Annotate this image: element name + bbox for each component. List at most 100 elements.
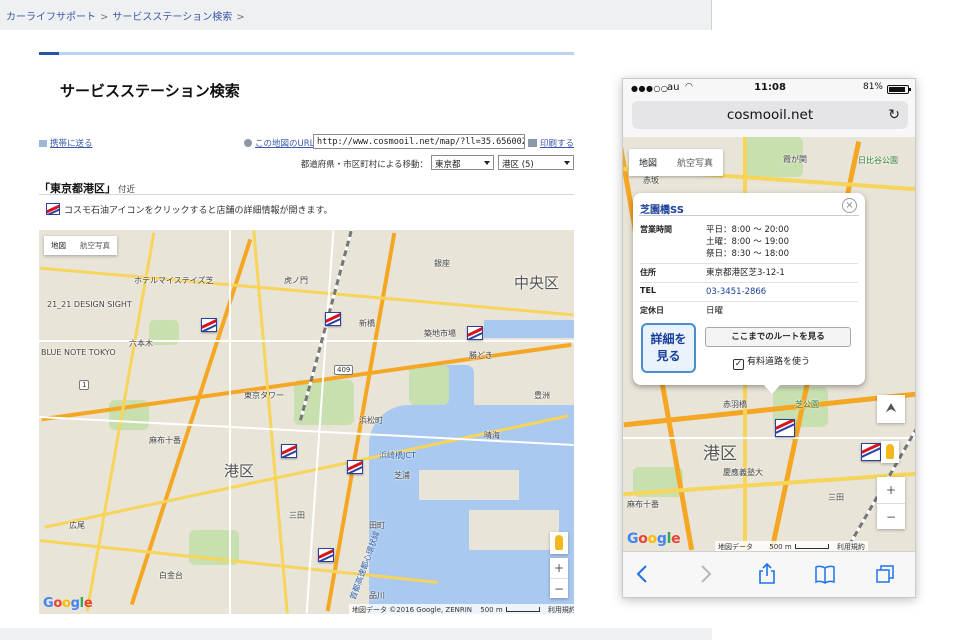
view-details-button[interactable]: 詳細を 見る <box>641 323 696 373</box>
info-key: 営業時間 <box>640 225 672 234</box>
map-label-blue-note: BLUE NOTE TOKYO <box>41 348 116 357</box>
phone-scale-label: 500 m <box>769 543 792 551</box>
street <box>229 230 231 614</box>
breadcrumb: カーライフサポート > サービスステーション検索 > <box>6 8 249 23</box>
chevron-right-icon <box>701 565 712 583</box>
cosmo-station-marker[interactable] <box>325 312 341 326</box>
compass-button[interactable]: ⮝ <box>877 395 905 423</box>
info-value: 03-3451-2866 <box>706 286 766 298</box>
print-link[interactable]: 印刷する <box>527 137 574 149</box>
share-button[interactable] <box>755 562 779 587</box>
toll-road-option[interactable]: ✓ 有料道路を使う <box>733 354 810 370</box>
map-label-roppongi: 六本木 <box>129 339 153 348</box>
view-details-line1: 詳細を <box>650 332 687 346</box>
map-label-minato: 港区 <box>703 444 737 464</box>
google-logo: Google <box>43 596 93 611</box>
safari-address-bar[interactable]: cosmooil.net ↻ <box>632 101 908 129</box>
map-label-mita: 三田 <box>828 493 844 502</box>
phone-zoom-out-button[interactable]: − <box>877 503 905 529</box>
view-details-line2: 見る <box>656 349 681 363</box>
breadcrumb-ss-search[interactable]: サービスステーション検索 <box>112 12 232 23</box>
page-title: サービスステーション検索 <box>60 82 240 100</box>
cosmo-station-marker[interactable] <box>467 326 483 340</box>
compass-icon: ⮝ <box>885 401 897 416</box>
ios-status-bar: ●●●○○ au ◠ 11:08 81% <box>623 79 915 99</box>
print-label: 印刷する <box>539 139 574 149</box>
cosmo-station-marker[interactable] <box>318 548 334 562</box>
forward-button[interactable] <box>693 563 717 587</box>
send-to-mobile-link[interactable]: 携帯に送る <box>39 137 93 149</box>
toll-road-checkbox[interactable]: ✓ <box>733 359 744 370</box>
map-terms-link[interactable]: 利用規約 <box>548 606 574 614</box>
tabs-icon <box>876 565 894 583</box>
share-icon <box>759 562 775 584</box>
prefecture-select[interactable]: 東京都 <box>431 155 494 170</box>
city-value: 港区 (5) <box>502 160 534 170</box>
canal-water <box>484 320 574 338</box>
close-icon[interactable]: × <box>842 198 857 213</box>
map-type-aerial-button[interactable]: 航空写真 <box>73 236 117 255</box>
breadcrumb-carlife[interactable]: カーライフサポート <box>6 12 96 23</box>
hours-holiday: 祭日：8:30 〜 18:00 <box>706 249 789 259</box>
tabs-button[interactable] <box>873 563 897 587</box>
cosmo-station-marker[interactable] <box>201 318 217 332</box>
city-select[interactable]: 港区 (5) <box>498 155 574 170</box>
phone-attribution-text: 地図データ <box>718 543 753 551</box>
map-label-minato: 港区 <box>224 462 255 480</box>
reload-icon[interactable]: ↻ <box>888 101 900 129</box>
map-label-shibaura: 芝浦 <box>394 471 410 480</box>
phone-map-type-aerial-button[interactable]: 航空写真 <box>667 149 723 176</box>
map-label-kasumigaseki: 霞が関 <box>783 155 807 164</box>
google-logo: Google <box>627 531 681 547</box>
bookmarks-button[interactable] <box>813 563 837 587</box>
area-suffix: 付近 <box>118 185 136 195</box>
route-shield: 409 <box>334 365 354 375</box>
marker-notice-text: コスモ石油アイコンをクリックすると店舗の詳細情報が開きます。 <box>64 206 333 216</box>
zoom-in-button[interactable]: + <box>550 558 568 578</box>
chevron-down-icon <box>564 161 570 165</box>
phone-terms-link[interactable]: 利用規約 <box>837 543 865 551</box>
back-button[interactable] <box>631 563 655 587</box>
phone-station-map[interactable]: 港区 赤羽橋 麻布十番 慶應義塾大 三田 芝公園 霞が関 日比谷公園 赤坂 地図… <box>623 137 915 553</box>
route-button[interactable]: ここまでのルートを見る <box>705 327 851 347</box>
map-label-hibiya-park: 日比谷公園 <box>858 156 898 165</box>
map-label-tsukiji: 築地市場 <box>424 329 456 338</box>
address-url: cosmooil.net <box>726 107 814 123</box>
desktop-browser-page: カーライフサポート > サービスステーション検索 > サービスステーション検索 携帯に… <box>0 0 712 640</box>
map-label-toyosu: 豊洲 <box>534 391 550 400</box>
tel-link[interactable]: 03-3451-2866 <box>706 286 766 298</box>
info-value: 日曜 <box>706 305 723 317</box>
iphone-safari: ●●●○○ au ◠ 11:08 81% cosmooil.net ↻ 港区 赤… <box>622 78 916 598</box>
address-value: 東京都港区芝3-12-1 <box>706 268 785 278</box>
map-label-shimbashi: 新橋 <box>359 319 375 328</box>
hours-weekday: 平日：8:00 〜 20:00 <box>706 225 789 235</box>
info-row-tel: TEL 03-3451-2866 <box>640 283 858 302</box>
station-info-table: 営業時間 平日：8:00 〜 20:00 土曜：8:00 〜 19:00 祭日：… <box>640 221 858 320</box>
map-label-hiroo: 広尾 <box>69 521 85 530</box>
phone-zoom-in-button[interactable]: + <box>877 477 905 503</box>
cosmo-station-marker[interactable] <box>861 443 881 461</box>
map-url-label[interactable]: この地図のURL <box>244 137 314 149</box>
map-type-map-button[interactable]: 地図 <box>44 236 73 255</box>
pegman-icon[interactable] <box>881 441 899 463</box>
info-row-hours: 営業時間 平日：8:00 〜 20:00 土曜：8:00 〜 19:00 祭日：… <box>640 221 858 264</box>
map-label-shinagawa: 品川 <box>369 591 385 600</box>
pegman-icon[interactable] <box>550 532 568 554</box>
info-row-closed: 定休日 日曜 <box>640 302 858 320</box>
cosmo-station-marker[interactable] <box>281 444 297 458</box>
park-hamarikyu <box>409 365 449 405</box>
marker-notice: コスモ石油アイコンをクリックすると店舗の詳細情報が開きます。 <box>46 203 333 216</box>
map-label-akasaka: 赤坂 <box>643 176 659 185</box>
map-label-jct: 浜崎橋JCT <box>379 451 416 460</box>
map-scale-label: 500 m <box>480 606 503 614</box>
station-map[interactable]: 中央区 港区 六本木 虎ノ門 新橋 築地市場 品川 田町 浜松町 東京タワー 晴… <box>39 230 574 614</box>
cosmo-station-marker[interactable] <box>347 460 363 474</box>
map-label-keio: 慶應義塾大 <box>723 468 763 477</box>
mobile-icon <box>39 140 47 147</box>
area-move-row: 都道府県・市区町村による移動： 東京都 港区 (5) <box>39 155 574 171</box>
zoom-out-button[interactable]: − <box>550 578 568 598</box>
map-url-field[interactable]: http://www.cosmooil.net/map/?ll=35.65600… <box>313 134 525 149</box>
phone-map-type-map-button[interactable]: 地図 <box>629 149 667 176</box>
cosmo-station-marker[interactable] <box>775 419 795 437</box>
battery-percent: 81% <box>862 82 883 92</box>
